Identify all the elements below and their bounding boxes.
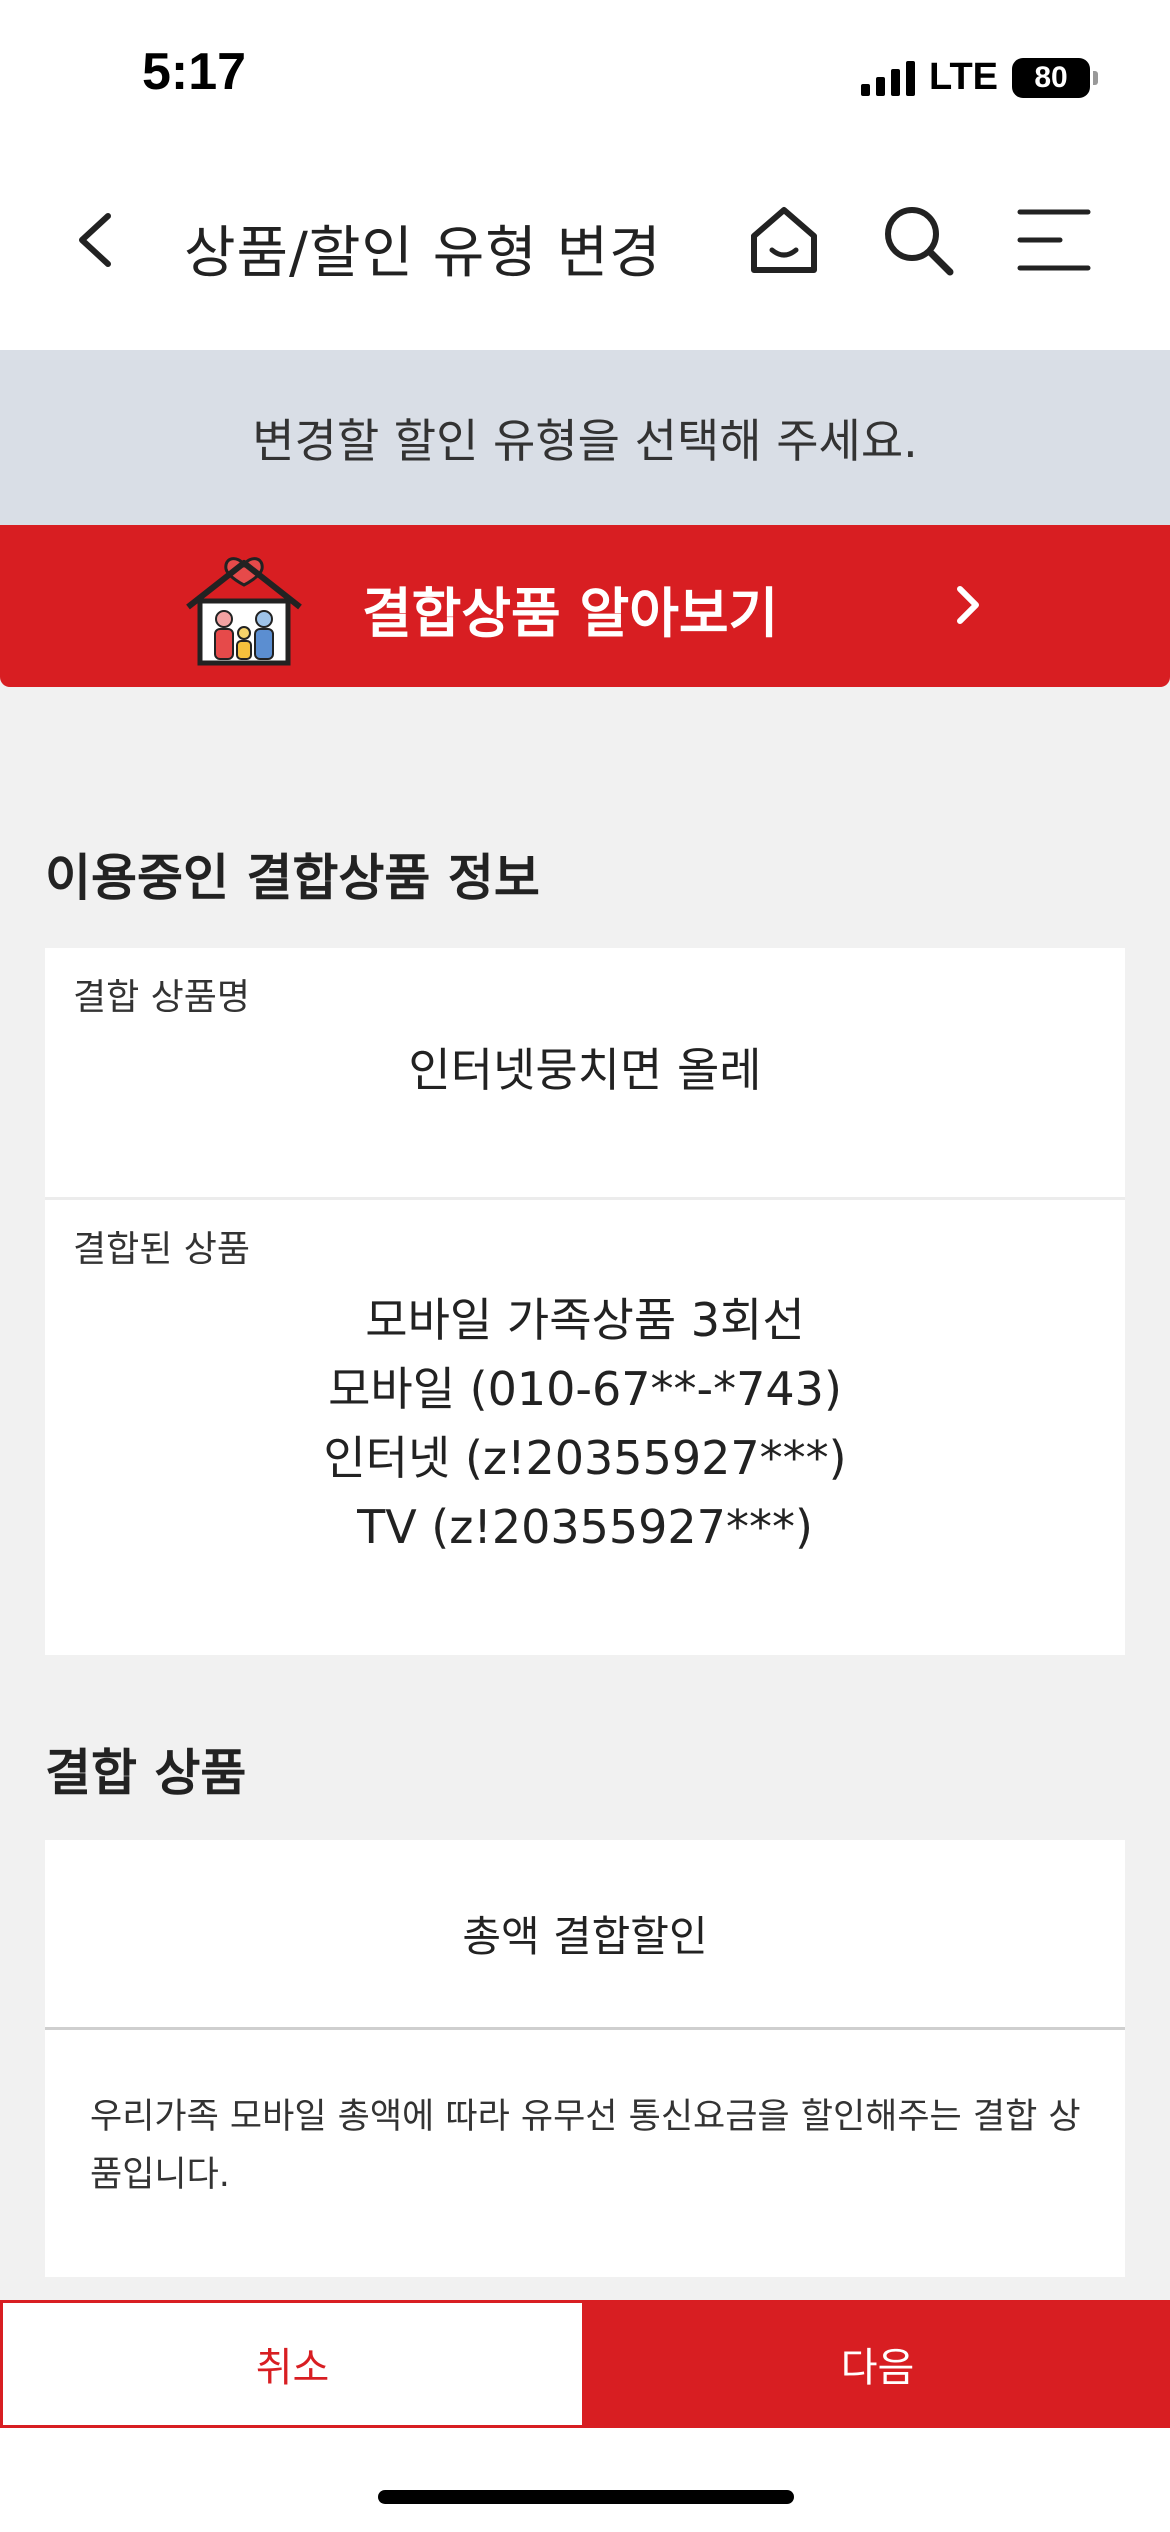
bundle-name-value: 인터넷뭉치면 올레 <box>408 1043 762 1097</box>
linked-product-item: 인터넷 (z!20355927***) <box>323 1431 847 1485</box>
linked-product-item: TV (z!20355927***) <box>357 1500 813 1554</box>
cancel-button[interactable]: 취소 <box>0 2300 585 2428</box>
home-indicator-area <box>0 2428 1170 2532</box>
menu-icon <box>1017 209 1091 271</box>
back-button[interactable] <box>60 200 140 280</box>
bundle-product-section-title: 결합 상품 <box>45 1744 247 1802</box>
bundle-option-total-discount[interactable]: 총액 결합할인 <box>45 1840 1125 2030</box>
notice-bar: 변경할 할인 유형을 선택해 주세요. <box>0 350 1170 525</box>
back-arrow-icon <box>79 213 111 267</box>
home-indicator[interactable] <box>378 2490 794 2504</box>
menu-button[interactable] <box>1014 200 1094 280</box>
app-header: 상품/할인 유형 변경 <box>0 160 1170 350</box>
family-house-icon <box>186 557 302 666</box>
home-icon <box>751 207 817 273</box>
battery-level: 80 <box>1034 60 1068 94</box>
search-button[interactable] <box>878 200 958 280</box>
status-indicators: LTE 80 <box>861 56 1098 99</box>
current-bundle-section-title: 이용중인 결합상품 정보 <box>45 849 540 907</box>
chevron-right-icon <box>957 586 979 624</box>
bundle-product-card: 총액 결합할인 우리가족 모바일 총액에 따라 유무선 통신요금을 할인해주는 … <box>45 1840 1125 2277</box>
next-button[interactable]: 다음 <box>585 2300 1170 2428</box>
bundle-name-label: 결합 상품명 <box>73 977 251 1018</box>
battery-icon: 80 <box>1012 57 1098 98</box>
notice-text: 변경할 할인 유형을 선택해 주세요. <box>252 413 918 468</box>
linked-product-item: 모바일 (010-67**-*743) <box>328 1362 842 1416</box>
network-type: LTE <box>929 56 998 98</box>
search-icon <box>885 207 954 276</box>
home-button[interactable] <box>744 200 824 280</box>
bundle-info-banner[interactable]: 결합상품 알아보기 <box>0 525 1170 687</box>
current-bundle-card: 결합 상품명 인터넷뭉치면 올레 결합된 상품 모바일 가족상품 3회선 모바일… <box>45 948 1125 1655</box>
row-divider <box>45 1197 1125 1200</box>
banner-label: 결합상품 알아보기 <box>362 582 779 645</box>
bundle-product-description: 우리가족 모바일 총액에 따라 유무선 통신요금을 할인해주는 결합 상품입니다… <box>90 2097 1081 2195</box>
page-title: 상품/할인 유형 변경 <box>184 221 662 286</box>
status-bar: 5:17 LTE 80 <box>0 0 1170 160</box>
status-time: 5:17 <box>142 43 247 101</box>
signal-icon <box>861 60 916 96</box>
linked-product-item: 모바일 가족상품 3회선 <box>365 1293 805 1347</box>
linked-products-label: 결합된 상품 <box>73 1229 251 1270</box>
